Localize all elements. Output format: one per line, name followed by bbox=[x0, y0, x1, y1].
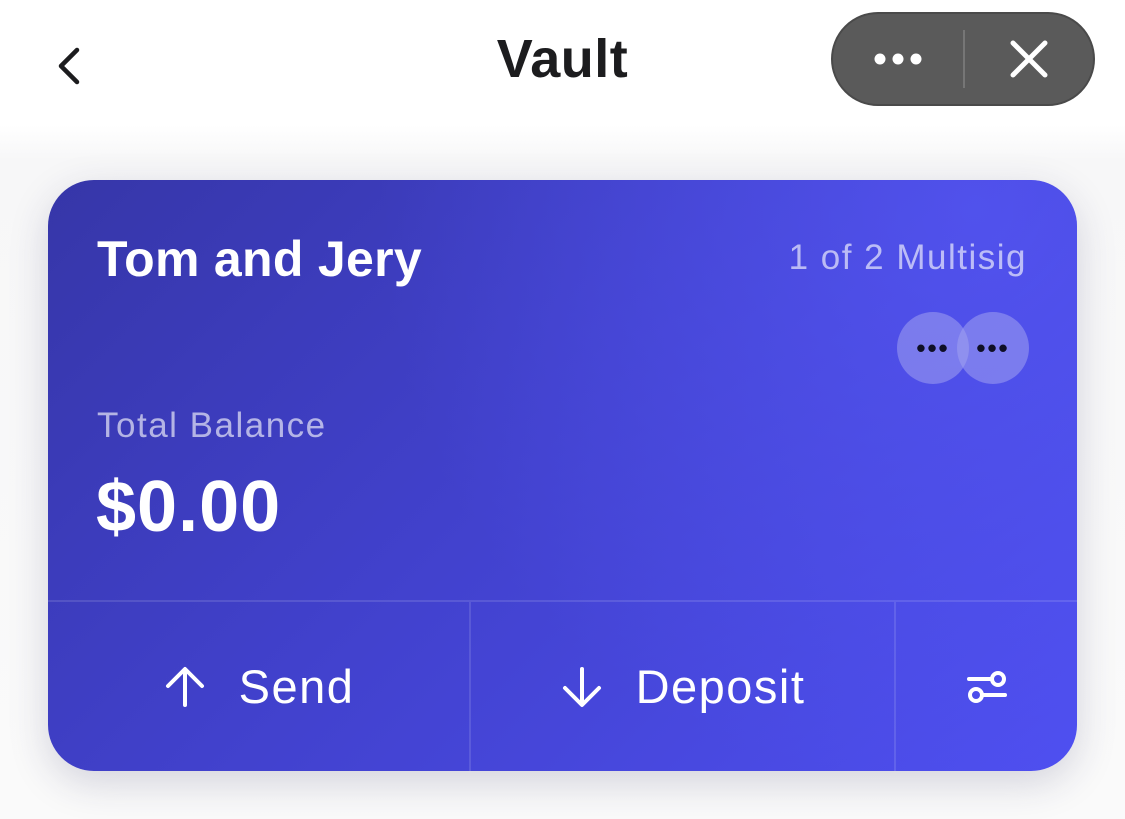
arrow-up-icon bbox=[163, 665, 207, 709]
vault-name: Tom and Jery bbox=[97, 231, 422, 287]
sliders-icon bbox=[966, 670, 1007, 703]
more-horizontal-icon bbox=[874, 53, 922, 65]
signer-avatars[interactable]: ••• ••• bbox=[897, 312, 1029, 384]
signer-avatar: ••• bbox=[957, 312, 1029, 384]
close-icon bbox=[1010, 40, 1048, 78]
mini-program-capsule bbox=[831, 12, 1095, 106]
arrow-down-icon bbox=[560, 665, 604, 709]
vault-card: Tom and Jery 1 of 2 Multisig ••• ••• Tot… bbox=[48, 180, 1077, 771]
multisig-label: 1 of 2 Multisig bbox=[788, 238, 1027, 277]
deposit-button[interactable]: Deposit bbox=[471, 602, 896, 771]
vault-actions: Send Deposit bbox=[48, 600, 1077, 771]
deposit-label: Deposit bbox=[635, 660, 806, 713]
more-button[interactable] bbox=[833, 14, 963, 104]
send-label: Send bbox=[238, 660, 355, 713]
balance-value: $0.00 bbox=[96, 467, 282, 547]
send-button[interactable]: Send bbox=[48, 602, 471, 771]
balance-label: Total Balance bbox=[97, 406, 327, 445]
close-button[interactable] bbox=[965, 14, 1093, 104]
nav-header: Vault bbox=[0, 0, 1125, 130]
settings-button[interactable] bbox=[896, 602, 1077, 771]
vault-screen: Vault Tom and Jery 1 of 2 Multisig ••• •… bbox=[0, 0, 1125, 819]
